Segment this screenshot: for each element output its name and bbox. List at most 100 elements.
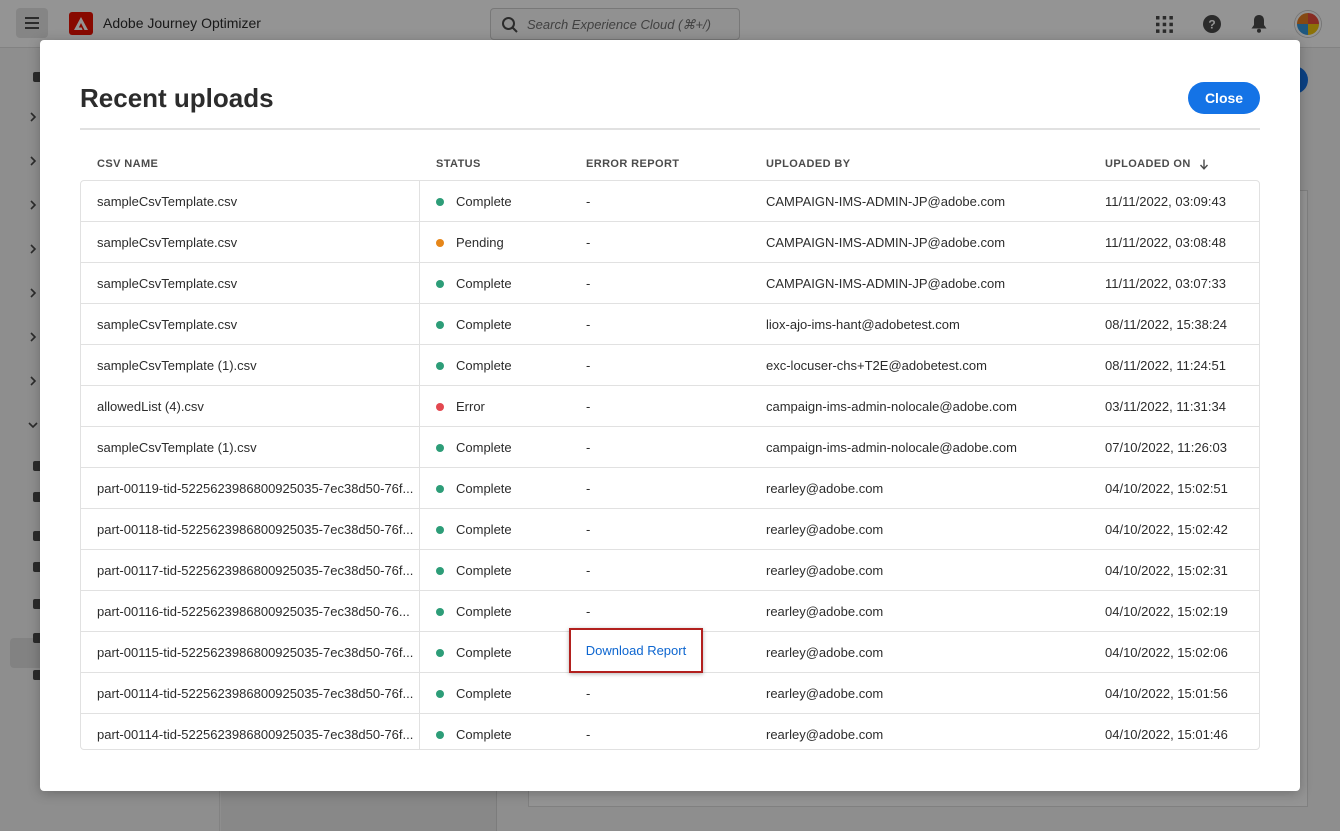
csv-name-cell: part-00115-tid-5225623986800925035-7ec38…	[97, 645, 414, 660]
error-report-cell: -	[586, 440, 591, 455]
error-report-cell: -	[586, 563, 591, 578]
column-header-uploaded-by[interactable]: UPLOADED BY	[766, 158, 850, 170]
table-row[interactable]: sampleCsvTemplate.csv Pending - CAMPAIGN…	[81, 222, 1259, 263]
column-divider	[419, 632, 420, 673]
arrow-down-icon[interactable]	[1199, 159, 1209, 170]
table-row[interactable]: part-00116-tid-5225623986800925035-7ec38…	[81, 591, 1259, 632]
csv-name-cell: part-00117-tid-5225623986800925035-7ec38…	[97, 563, 414, 578]
status-label: Complete	[456, 522, 512, 537]
uploaded-by-cell: rearley@adobe.com	[766, 522, 884, 537]
column-header-csv-name[interactable]: CSV NAME	[97, 158, 158, 170]
status-dot-icon	[436, 443, 444, 452]
status-cell: Complete	[436, 673, 576, 714]
uploaded-on-cell: 08/11/2022, 11:24:51	[1105, 358, 1226, 373]
table-row[interactable]: part-00114-tid-5225623986800925035-7ec38…	[81, 673, 1259, 714]
uploaded-on-cell: 07/10/2022, 11:26:03	[1105, 440, 1227, 455]
status-label: Complete	[456, 686, 512, 701]
uploaded-by-cell: rearley@adobe.com	[766, 645, 884, 660]
table-row[interactable]: sampleCsvTemplate (1).csv Complete - cam…	[81, 427, 1259, 468]
status-label: Complete	[456, 358, 512, 373]
table-row[interactable]: part-00119-tid-5225623986800925035-7ec38…	[81, 468, 1259, 509]
csv-name-cell: allowedList (4).csv	[97, 399, 204, 414]
table-header: CSV NAME STATUS ERROR REPORT UPLOADED BY…	[80, 155, 1260, 179]
uploaded-by-cell: CAMPAIGN-IMS-ADMIN-JP@adobe.com	[766, 235, 1006, 250]
uploaded-on-cell: 11/11/2022, 03:09:43	[1105, 194, 1226, 209]
status-dot-icon	[436, 689, 444, 698]
uploaded-by-cell: campaign-ims-admin-nolocale@adobe.com	[766, 399, 1017, 414]
uploaded-by-cell: rearley@adobe.com	[766, 481, 884, 496]
status-cell: Complete	[436, 263, 576, 304]
csv-name-cell: part-00114-tid-5225623986800925035-7ec38…	[97, 727, 414, 742]
column-header-error-report[interactable]: ERROR REPORT	[586, 158, 679, 170]
uploaded-by-cell: campaign-ims-admin-nolocale@adobe.com	[766, 440, 1017, 455]
error-report-cell: -	[586, 522, 591, 537]
csv-name-cell: sampleCsvTemplate.csv	[97, 194, 238, 209]
table-row[interactable]: part-00118-tid-5225623986800925035-7ec38…	[81, 509, 1259, 550]
table-row[interactable]: sampleCsvTemplate.csv Complete - CAMPAIG…	[81, 263, 1259, 304]
column-header-uploaded-on[interactable]: UPLOADED ON	[1105, 158, 1209, 170]
status-cell: Complete	[436, 427, 576, 468]
csv-name-cell: part-00114-tid-5225623986800925035-7ec38…	[97, 686, 414, 701]
csv-name-cell: part-00116-tid-5225623986800925035-7ec38…	[97, 604, 410, 619]
status-cell: Complete	[436, 591, 576, 632]
error-report-cell: -	[586, 194, 591, 209]
status-dot-icon	[436, 320, 444, 329]
error-report-cell: -	[586, 276, 591, 291]
status-cell: Error	[436, 386, 576, 427]
status-cell: Complete	[436, 181, 576, 222]
csv-name-cell: sampleCsvTemplate.csv	[97, 235, 238, 250]
uploaded-on-cell: 04/10/2022, 15:02:19	[1105, 604, 1228, 619]
status-label: Error	[456, 399, 485, 414]
download-report-highlight: Download Report	[569, 628, 703, 673]
status-label: Complete	[456, 317, 512, 332]
status-label: Complete	[456, 194, 512, 209]
close-button[interactable]: Close	[1188, 82, 1260, 114]
csv-name-cell: sampleCsvTemplate.csv	[97, 317, 238, 332]
column-divider	[419, 673, 420, 714]
error-report-cell: -	[586, 358, 591, 373]
status-dot-icon	[436, 238, 444, 247]
uploaded-on-cell: 03/11/2022, 11:31:34	[1105, 399, 1226, 414]
uploaded-on-cell: 11/11/2022, 03:07:33	[1105, 276, 1226, 291]
uploaded-by-cell: rearley@adobe.com	[766, 686, 884, 701]
dialog-title: Recent uploads	[80, 83, 274, 113]
table-row[interactable]: sampleCsvTemplate.csv Complete - liox-aj…	[81, 304, 1259, 345]
table-row[interactable]: sampleCsvTemplate (1).csv Complete - exc…	[81, 345, 1259, 386]
csv-name-cell: sampleCsvTemplate.csv	[97, 276, 238, 291]
table-row[interactable]: allowedList (4).csv Error - campaign-ims…	[81, 386, 1259, 427]
csv-name-cell: part-00119-tid-5225623986800925035-7ec38…	[97, 481, 414, 496]
status-cell: Complete	[436, 345, 576, 386]
status-cell: Complete	[436, 304, 576, 345]
status-label: Complete	[456, 727, 512, 742]
status-cell: Complete	[436, 468, 576, 509]
status-label: Complete	[456, 645, 512, 660]
uploaded-on-cell: 04/10/2022, 15:02:42	[1105, 522, 1228, 537]
uploaded-by-cell: rearley@adobe.com	[766, 563, 884, 578]
status-label: Complete	[456, 563, 512, 578]
status-dot-icon	[436, 402, 444, 411]
download-report-link[interactable]: Download Report	[586, 643, 686, 658]
table-row[interactable]: part-00117-tid-5225623986800925035-7ec38…	[81, 550, 1259, 591]
table-row[interactable]: sampleCsvTemplate.csv Complete - CAMPAIG…	[81, 181, 1259, 222]
error-report-cell: -	[586, 317, 591, 332]
status-label: Pending	[456, 235, 504, 250]
uploaded-on-cell: 08/11/2022, 15:38:24	[1105, 317, 1227, 332]
column-header-uploaded-on-label: UPLOADED ON	[1105, 158, 1191, 170]
error-report-cell: -	[586, 604, 591, 619]
column-divider	[419, 427, 420, 468]
status-cell: Pending	[436, 222, 576, 263]
uploaded-by-cell: rearley@adobe.com	[766, 727, 884, 742]
uploaded-by-cell: rearley@adobe.com	[766, 604, 884, 619]
status-dot-icon	[436, 607, 444, 616]
uploaded-by-cell: exc-locuser-chs+T2E@adobetest.com	[766, 358, 987, 373]
column-divider	[419, 550, 420, 591]
error-report-cell: -	[586, 686, 591, 701]
table-row[interactable]: part-00114-tid-5225623986800925035-7ec38…	[81, 714, 1259, 749]
uploaded-by-cell: CAMPAIGN-IMS-ADMIN-JP@adobe.com	[766, 276, 1006, 291]
column-header-status[interactable]: STATUS	[436, 158, 481, 170]
csv-name-cell: sampleCsvTemplate (1).csv	[97, 358, 257, 373]
column-divider	[419, 509, 420, 550]
column-divider	[419, 591, 420, 632]
column-divider	[419, 222, 420, 263]
column-divider	[419, 181, 420, 222]
